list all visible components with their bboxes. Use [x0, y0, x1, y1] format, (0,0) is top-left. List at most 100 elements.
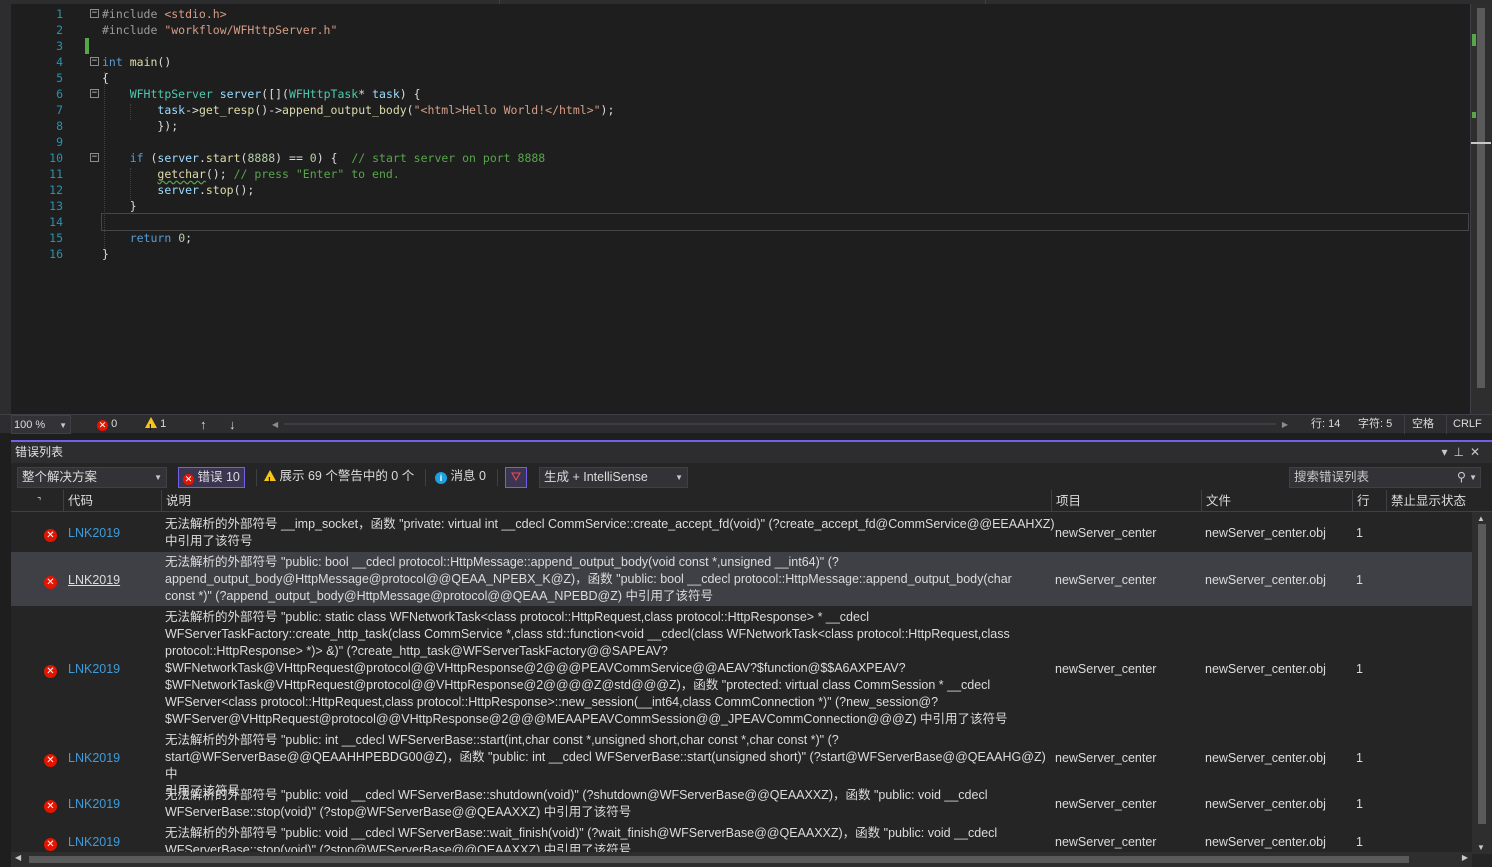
- scroll-left-icon[interactable]: ◀: [15, 853, 21, 862]
- code-text-area[interactable]: #include <stdio.h> #include "workflow/WF…: [101, 6, 1469, 262]
- error-file: newServer_center.obj: [1205, 526, 1326, 540]
- collapse-icon[interactable]: −: [90, 153, 99, 162]
- scroll-down-icon[interactable]: ▼: [1477, 843, 1485, 852]
- whitespace-indicator[interactable]: 空格: [1404, 415, 1442, 434]
- column-header-code[interactable]: 代码: [63, 490, 161, 512]
- line-number: 9: [56, 135, 63, 149]
- sort-icon[interactable]: ⌝: [37, 490, 49, 512]
- code-line: int main(): [102, 55, 172, 69]
- editor-horizontal-scrollbar[interactable]: ◀ ▶: [270, 415, 1290, 434]
- collapse-icon[interactable]: −: [90, 9, 99, 18]
- error-project: newServer_center: [1055, 835, 1157, 849]
- table-row[interactable]: ✕ LNK2019 无法解析的外部符号 "public: int __cdecl…: [11, 730, 1472, 798]
- scroll-right-icon[interactable]: ▶: [1462, 853, 1468, 862]
- error-project: newServer_center: [1055, 751, 1157, 765]
- error-code-link[interactable]: LNK2019: [68, 797, 120, 811]
- error-description: 无法解析的外部符号 __imp_socket，函数 "private: virt…: [165, 517, 1055, 548]
- line-ending-indicator[interactable]: CRLF: [1446, 415, 1486, 434]
- close-icon[interactable]: ✕: [1470, 445, 1486, 459]
- code-editor[interactable]: 1 2 3 4 5 6 7 8 9 10 11 12 13 14 15 16 −…: [0, 0, 1492, 414]
- error-file: newServer_center.obj: [1205, 835, 1326, 849]
- document-tab-strip: [0, 0, 1492, 4]
- change-marker: [1472, 34, 1476, 46]
- error-icon: ✕: [44, 573, 57, 589]
- error-code-link[interactable]: LNK2019: [68, 835, 120, 849]
- scrollbar-track[interactable]: [284, 423, 1276, 425]
- code-line: }: [102, 199, 137, 213]
- search-input[interactable]: 搜索错误列表 ⚲ ▼: [1289, 467, 1481, 488]
- error-code-link[interactable]: LNK2019: [68, 573, 120, 587]
- collapse-icon[interactable]: −: [90, 89, 99, 98]
- error-code-link[interactable]: LNK2019: [68, 526, 120, 540]
- change-marker: [1472, 112, 1476, 118]
- warning-icon: [145, 417, 157, 437]
- line-number: 13: [49, 199, 63, 213]
- error-list-vertical-scrollbar[interactable]: ▲ ▼: [1472, 512, 1492, 854]
- toolbar-divider: [256, 469, 257, 486]
- errors-filter-button[interactable]: ✕ 错误 10: [178, 467, 245, 488]
- error-count-indicator[interactable]: ✕ 0: [97, 415, 117, 434]
- search-placeholder: 搜索错误列表: [1294, 470, 1370, 484]
- messages-filter-button[interactable]: i 消息 0: [431, 467, 490, 488]
- table-row-selected[interactable]: ✕ LNK2019 无法解析的外部符号 "public: bool __cdec…: [11, 552, 1472, 606]
- column-indicator[interactable]: 字符: 5: [1358, 415, 1392, 434]
- scope-dropdown[interactable]: 整个解决方案 ▼: [17, 467, 167, 488]
- pin-icon[interactable]: ⊥: [1453, 445, 1469, 459]
- toolbar-divider: [425, 469, 426, 486]
- chevron-down-icon: ▼: [675, 473, 683, 482]
- error-list-toolbar: 整个解决方案 ▼ ✕ 错误 10 展示 69 个警告中的 0 个 i 消息 0 …: [11, 463, 1492, 490]
- table-row[interactable]: ✕ LNK2019 无法解析的外部符号 "public: void __cdec…: [11, 823, 1472, 854]
- scroll-up-icon[interactable]: ▲: [1477, 514, 1485, 523]
- line-number: 2: [56, 23, 63, 37]
- code-line: });: [102, 119, 179, 133]
- error-list-panel: 错误列表 ▾⊥✕ 整个解决方案 ▼ ✕ 错误 10 展示 69 个警告中的 0 …: [11, 440, 1492, 867]
- code-line: server.stop();: [157, 183, 255, 197]
- scroll-right-icon[interactable]: ▶: [1282, 415, 1288, 434]
- messages-filter-label: 消息 0: [450, 469, 486, 483]
- scroll-left-icon[interactable]: ◀: [272, 415, 278, 434]
- code-line: #include <stdio.h>: [102, 7, 227, 21]
- column-header-description[interactable]: 说明: [161, 490, 1052, 512]
- error-code-link[interactable]: LNK2019: [68, 662, 120, 676]
- error-icon: ✕: [44, 751, 57, 767]
- error-icon: ✕: [44, 797, 57, 813]
- column-header-file[interactable]: 文件: [1201, 490, 1352, 512]
- collapse-icon[interactable]: −: [90, 57, 99, 66]
- next-issue-button[interactable]: ↓: [229, 415, 236, 434]
- error-file: newServer_center.obj: [1205, 751, 1326, 765]
- line-number: 5: [56, 71, 63, 85]
- error-list-horizontal-scrollbar[interactable]: ◀ ▶: [11, 852, 1472, 867]
- line-indicator[interactable]: 行: 14: [1311, 415, 1340, 434]
- zoom-level: 100 %: [14, 419, 46, 431]
- search-icon: ⚲: [1456, 470, 1466, 484]
- warning-count: 1: [160, 418, 167, 430]
- zoom-dropdown[interactable]: 100 % ▼: [11, 415, 71, 434]
- window-menu-icon[interactable]: ▾: [1441, 445, 1453, 459]
- column-header-suppression[interactable]: 禁止显示状态: [1386, 490, 1472, 512]
- warnings-filter-button[interactable]: 展示 69 个警告中的 0 个: [260, 467, 418, 490]
- scrollbar-thumb[interactable]: [1478, 524, 1486, 824]
- previous-issue-button[interactable]: ↑: [200, 415, 207, 434]
- scrollbar-thumb[interactable]: [29, 856, 1409, 863]
- build-intellisense-dropdown[interactable]: 生成 + IntelliSense ▼: [539, 467, 688, 488]
- error-description: 无法解析的外部符号 "public: bool __cdecl protocol…: [165, 555, 1012, 603]
- errors-filter-label: 错误 10: [197, 470, 240, 484]
- column-header-project[interactable]: 项目: [1051, 490, 1201, 512]
- scrollbar-thumb[interactable]: [1477, 8, 1485, 388]
- table-row[interactable]: ✕ LNK2019 无法解析的外部符号 "public: void __cdec…: [11, 785, 1472, 822]
- warning-count-indicator[interactable]: 1: [145, 415, 167, 437]
- editor-status-bar: 100 % ▼ ✕ 0 1 ↑ ↓ ◀ ▶ 行: 14 字符: 5 空格 CRL…: [0, 414, 1492, 437]
- table-row[interactable]: ✕ LNK2019 无法解析的外部符号 "public: static clas…: [11, 607, 1472, 729]
- error-icon: ✕: [44, 526, 57, 542]
- line-number: 15: [49, 231, 63, 245]
- line-number-gutter: 1 2 3 4 5 6 7 8 9 10 11 12 13 14 15 16: [11, 6, 67, 262]
- line-number: 8: [56, 119, 63, 133]
- filter-icon[interactable]: ⛛: [505, 467, 527, 488]
- editor-vertical-scrollbar[interactable]: [1470, 4, 1492, 414]
- caret-position-marker: [1471, 142, 1491, 144]
- error-line: 1: [1356, 662, 1363, 676]
- column-header-line[interactable]: 行: [1352, 490, 1386, 512]
- table-row[interactable]: ✕ LNK2019 无法解析的外部符号 __imp_socket，函数 "pri…: [11, 514, 1472, 551]
- error-code-link[interactable]: LNK2019: [68, 751, 120, 765]
- line-number: 10: [49, 151, 63, 165]
